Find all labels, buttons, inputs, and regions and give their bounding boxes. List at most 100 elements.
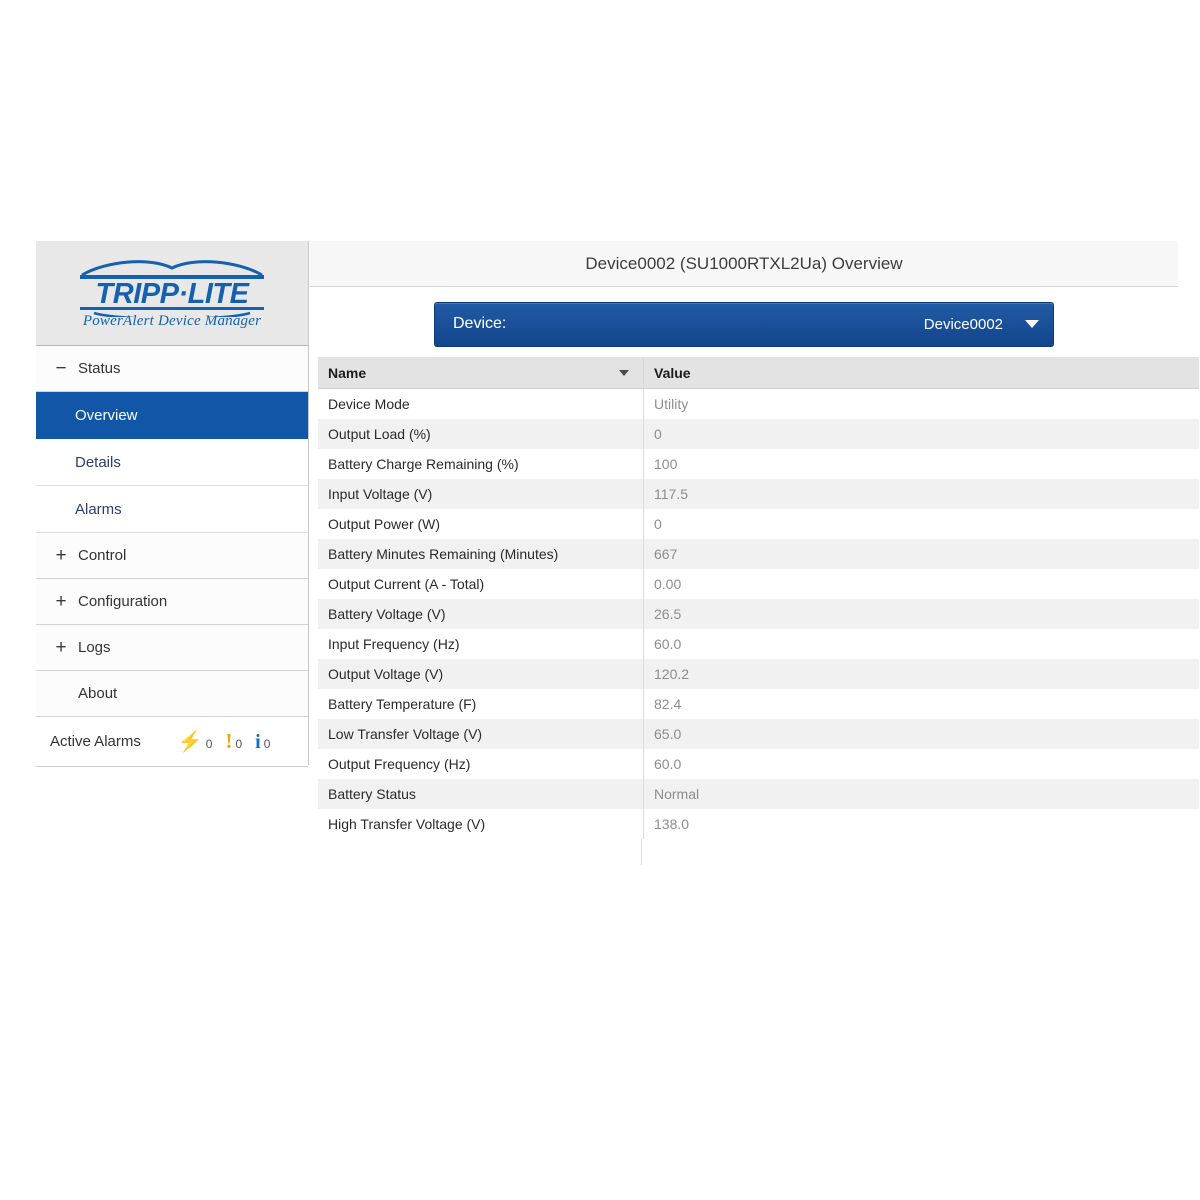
table-row[interactable]: High Transfer Voltage (V) 138.0	[318, 808, 1199, 839]
sidebar-group-label-status: Status	[78, 360, 121, 377]
cell-value: 138.0	[643, 808, 1199, 839]
cell-value: 0	[643, 418, 1199, 449]
cell-value: 26.5	[643, 598, 1199, 629]
alarm-counter-group: ⚡ 0 ! 0 i 0	[178, 731, 271, 752]
cell-value: 0	[643, 508, 1199, 539]
critical-count: 0	[205, 736, 213, 751]
table-row[interactable]: Input Voltage (V) 117.5	[318, 478, 1199, 509]
sidebar-group-configuration[interactable]: + Configuration	[36, 579, 308, 625]
sidebar-group-about[interactable]: About	[36, 671, 308, 717]
chevron-down-icon	[1025, 320, 1039, 328]
sidebar-group-label-about: About	[78, 685, 118, 702]
expand-plus-icon: +	[55, 591, 67, 612]
application-frame: TRIPP·LITE PowerAlert Device Manager − S…	[36, 241, 1199, 906]
info-icon: i	[255, 730, 261, 753]
cell-value: 82.4	[643, 688, 1199, 719]
column-header-name[interactable]: Name	[318, 357, 644, 389]
expand-plus-icon: +	[55, 545, 67, 566]
svg-text:TRIPP·LITE: TRIPP·LITE	[96, 278, 251, 310]
cell-name: Battery Status	[318, 778, 644, 809]
brand-logo-block: TRIPP·LITE PowerAlert Device Manager	[36, 241, 308, 346]
table-row[interactable]: Output Load (%) 0	[318, 418, 1199, 449]
table-row[interactable]: Battery Voltage (V) 26.5	[318, 598, 1199, 629]
cell-value: 117.5	[643, 478, 1199, 509]
page-title: Device0002 (SU1000RTXL2Ua) Overview	[585, 253, 903, 273]
device-selector-label: Device:	[453, 315, 507, 332]
sidebar-item-overview[interactable]: Overview	[36, 392, 308, 439]
sidebar-item-label-overview: Overview	[75, 406, 138, 424]
device-selector-region: Device: Device0002	[310, 287, 1178, 357]
table-row[interactable]: Battery Status Normal	[318, 778, 1199, 809]
cell-name: High Transfer Voltage (V)	[318, 808, 644, 839]
device-selector-dropdown[interactable]: Device: Device0002	[434, 301, 1054, 347]
critical-bolt-icon: ⚡	[177, 730, 203, 753]
table-row[interactable]: Input Frequency (Hz) 60.0	[318, 628, 1199, 659]
cell-name: Battery Voltage (V)	[318, 598, 644, 629]
collapse-minus-icon: −	[55, 358, 67, 379]
table-header-row: Name Value	[318, 357, 1199, 389]
info-count: 0	[263, 736, 271, 751]
cell-name: Output Power (W)	[318, 508, 644, 539]
table-row[interactable]: Battery Charge Remaining (%) 100	[318, 448, 1199, 479]
cell-value: 65.0	[643, 718, 1199, 749]
measurements-table: Name Value Device Mode Utility Output Load…	[318, 357, 1199, 839]
warning-count: 0	[235, 737, 243, 751]
warning-exclamation-icon: !	[225, 729, 233, 753]
table-body: Device Mode Utility Output Load (%) 0 Batter…	[318, 388, 1199, 839]
table-row[interactable]: Output Voltage (V) 120.2	[318, 658, 1199, 689]
cell-name: Battery Temperature (F)	[318, 688, 644, 719]
table-row[interactable]: Output Power (W) 0	[318, 508, 1199, 539]
page-header: Device0002 (SU1000RTXL2Ua) Overview	[310, 241, 1178, 287]
sidebar-group-status[interactable]: − Status	[36, 346, 308, 392]
cell-name: Output Current (A - Total)	[318, 568, 644, 599]
cell-name: Input Frequency (Hz)	[318, 628, 644, 659]
column-header-value[interactable]: Value	[643, 357, 1199, 389]
device-selector-value: Device0002	[923, 315, 1003, 333]
cell-name: Low Transfer Voltage (V)	[318, 718, 644, 749]
cell-value: Utility	[643, 388, 1199, 419]
cell-name: Device Mode	[318, 388, 644, 419]
cell-name: Battery Charge Remaining (%)	[318, 448, 644, 479]
sidebar-item-alarms[interactable]: Alarms	[36, 486, 308, 533]
sidebar-group-control[interactable]: + Control	[36, 533, 308, 579]
cell-name: Battery Minutes Remaining (Minutes)	[318, 538, 644, 569]
sidebar-group-label-control: Control	[78, 547, 127, 564]
table-row[interactable]: Battery Minutes Remaining (Minutes) 667	[318, 538, 1199, 569]
cell-value: Normal	[643, 778, 1199, 809]
cell-value: 60.0	[643, 748, 1199, 779]
active-alarms-label: Active Alarms	[50, 733, 141, 750]
cell-name: Output Frequency (Hz)	[318, 748, 644, 779]
alarm-counter-warning[interactable]: ! 0	[225, 731, 242, 752]
tripp-lite-logo-icon: TRIPP·LITE	[72, 259, 272, 317]
alarm-counter-critical[interactable]: ⚡ 0	[178, 732, 213, 752]
alarm-counter-info[interactable]: i 0	[255, 732, 270, 752]
expand-plus-icon: +	[55, 637, 67, 658]
table-row[interactable]: Battery Temperature (F) 82.4	[318, 688, 1199, 719]
cell-value: 100	[643, 448, 1199, 479]
active-alarms-bar[interactable]: Active Alarms ⚡ 0 ! 0 i 0	[36, 717, 308, 767]
cell-name: Input Voltage (V)	[318, 478, 644, 509]
measurements-table-wrapper: Name Value Device Mode Utility Output Load…	[318, 357, 1199, 865]
column-header-value-label: Value	[654, 364, 691, 381]
cell-name: Output Voltage (V)	[318, 658, 644, 689]
sidebar-item-label-details: Details	[75, 453, 121, 471]
table-bottom-spacer	[326, 838, 642, 865]
cell-value: 0.00	[643, 568, 1199, 599]
cell-name: Output Load (%)	[318, 418, 644, 449]
table-row[interactable]: Low Transfer Voltage (V) 65.0	[318, 718, 1199, 749]
table-row[interactable]: Output Frequency (Hz) 60.0	[318, 748, 1199, 779]
table-row[interactable]: Device Mode Utility	[318, 388, 1199, 419]
cell-value: 667	[643, 538, 1199, 569]
cell-value: 60.0	[643, 628, 1199, 659]
column-header-name-label: Name	[328, 364, 367, 381]
sidebar-group-label-logs: Logs	[78, 639, 111, 656]
sidebar: TRIPP·LITE PowerAlert Device Manager − S…	[36, 241, 309, 767]
table-row[interactable]: Output Current (A - Total) 0.00	[318, 568, 1199, 599]
cell-value: 120.2	[643, 658, 1199, 689]
sidebar-item-details[interactable]: Details	[36, 439, 308, 486]
table-head: Name Value	[318, 357, 1199, 389]
sidebar-group-label-configuration: Configuration	[78, 593, 168, 610]
sidebar-item-label-alarms: Alarms	[75, 500, 122, 518]
sort-chevron-down-icon[interactable]	[619, 369, 629, 376]
sidebar-group-logs[interactable]: + Logs	[36, 625, 308, 671]
